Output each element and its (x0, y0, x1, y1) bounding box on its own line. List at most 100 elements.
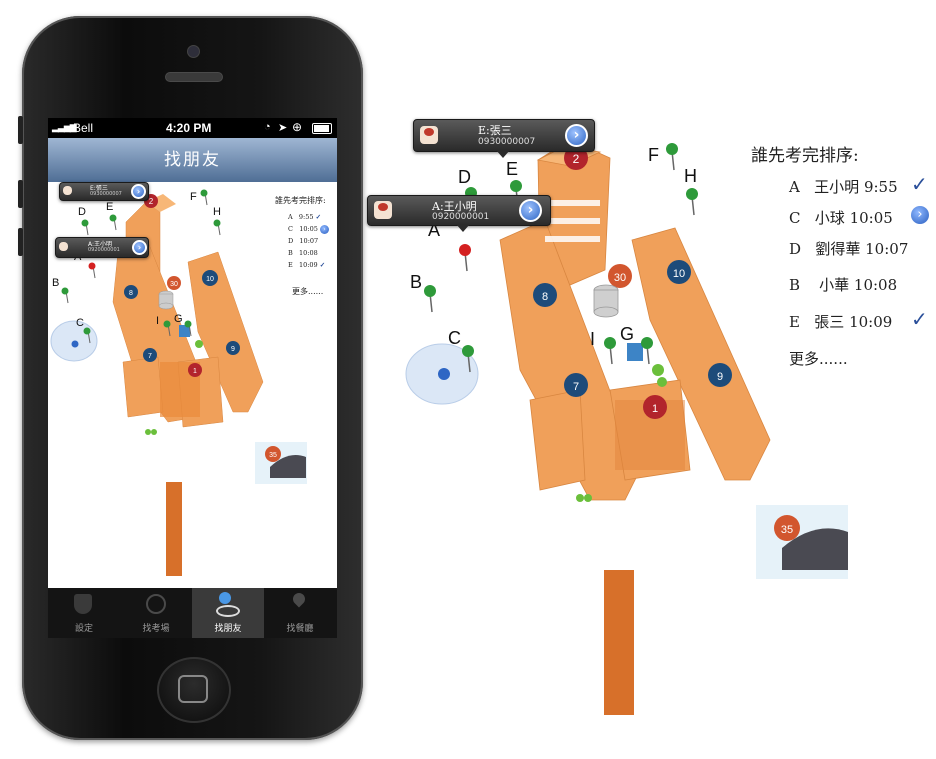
clock-icon: ◔ (264, 121, 271, 133)
ranking-item[interactable]: E 10:09 ✓ (288, 259, 329, 271)
avatar (59, 242, 68, 251)
check-icon: ✓ (911, 172, 928, 196)
ranking-title-large: 誰先考完排序: (751, 146, 859, 166)
volume-down-button (18, 228, 23, 256)
tab-label: 找餐廳 (286, 623, 314, 633)
restaurant-icon[interactable] (627, 343, 643, 361)
university-gate-sign (604, 570, 634, 715)
callout-e-detail-button[interactable]: › (565, 124, 588, 147)
home-square-icon (178, 675, 208, 703)
pin-label-E: E (506, 159, 518, 179)
callout-e-large[interactable]: E:張三 0930000007 › (413, 119, 595, 152)
callout-a-detail-button[interactable]: › (519, 199, 542, 222)
building-10-label: 10 (206, 276, 214, 283)
building-35-label: 35 (781, 524, 793, 536)
pin-B[interactable] (424, 285, 436, 297)
pin-C[interactable] (83, 327, 91, 335)
building-7-label: 7 (573, 381, 579, 393)
ranking-list: A 9:55 ✓ C 10:05 › D 10:07 B 10:08 E 10:… (288, 211, 329, 271)
ranking-title: 誰先考完排序: (275, 196, 326, 205)
building-1-label: 1 (193, 368, 197, 375)
pin-C[interactable] (462, 345, 474, 357)
ranking-item[interactable]: A 9:55 ✓ (288, 211, 329, 223)
status-time: 4:20 PM (166, 121, 212, 135)
pin-H[interactable] (213, 219, 221, 227)
ranking-item[interactable]: B 小華 10:08 (789, 274, 897, 295)
tab-find-exam-room[interactable]: 找考場 (120, 588, 192, 638)
ranking-item[interactable]: C 小球 10:05 (789, 207, 893, 228)
callout-e-name: E:張三 (478, 124, 512, 137)
callout-a[interactable]: A:王小明 0920000001 › (55, 237, 149, 258)
shield-icon (74, 594, 92, 614)
pin-G[interactable] (184, 320, 192, 328)
my-location-dot (71, 340, 79, 348)
pin-D[interactable] (81, 219, 89, 227)
pin-label-G: G (620, 324, 634, 344)
ranking-more-link[interactable]: 更多...... (789, 348, 848, 369)
tab-find-restaurant[interactable]: 找餐廳 (264, 588, 336, 638)
cylinder-building (158, 290, 174, 310)
mute-switch (18, 116, 23, 144)
status-bar: ▂▃▅▆ Bell 4:20 PM ◔ ➤ ⊕ (48, 118, 337, 138)
pin-label-G: G (174, 313, 183, 325)
tab-label: 找考場 (142, 623, 170, 633)
tab-label: 找朋友 (214, 623, 242, 633)
volume-up-button (18, 180, 23, 208)
pin-E[interactable] (109, 214, 117, 222)
phone-screen: ▂▃▅▆ Bell 4:20 PM ◔ ➤ ⊕ 找朋友 2 10 30 8 9 … (48, 118, 337, 638)
front-camera (187, 45, 200, 58)
pin-A[interactable] (88, 262, 96, 270)
pin-E[interactable] (510, 180, 522, 192)
location-pin-icon (290, 590, 308, 608)
building-9-label: 9 (231, 346, 235, 353)
pin-B[interactable] (61, 287, 69, 295)
pin-label-H: H (213, 206, 221, 218)
friend-pin-base (216, 605, 240, 617)
ranking-item[interactable]: A 王小明 9:55 (789, 176, 898, 197)
check-icon: ✓ (319, 261, 326, 269)
tab-settings[interactable]: 設定 (48, 588, 120, 638)
building-35-label: 35 (269, 452, 277, 459)
info-icon[interactable]: › (911, 206, 929, 224)
tab-find-friends[interactable]: 找朋友 (192, 588, 264, 638)
info-icon[interactable]: › (320, 225, 329, 234)
pin-label-F: F (648, 145, 659, 165)
pin-F[interactable] (200, 189, 208, 197)
pin-label-I: I (590, 329, 595, 349)
location-arrow-icon: ➤ (278, 122, 288, 134)
pin-label-B: B (52, 277, 59, 289)
ranking-item[interactable]: D 10:07 (288, 235, 329, 247)
callout-e[interactable]: E:張三 0930000007 › (59, 182, 149, 201)
pin-label-D: D (78, 206, 86, 218)
ranking-item[interactable]: B 10:08 (288, 247, 329, 259)
callout-a-large[interactable]: A:王小明 0920000001 › (367, 195, 551, 226)
building-30-label: 30 (170, 281, 178, 288)
ranking-item[interactable]: E 張三 10:09 (789, 311, 892, 332)
building-2-label: 2 (573, 152, 580, 166)
pin-label-C: C (76, 317, 84, 329)
pin-I[interactable] (604, 337, 616, 349)
callout-a-detail-button[interactable]: › (132, 240, 147, 255)
callout-e-detail-button[interactable]: › (131, 184, 146, 199)
check-icon: ✓ (911, 307, 928, 331)
pin-F[interactable] (666, 143, 678, 155)
pin-label-B: B (410, 272, 422, 292)
battery-icon (312, 123, 332, 134)
avatar (63, 186, 72, 195)
pin-A[interactable] (459, 244, 471, 256)
ranking-item[interactable]: D 劉得華 10:07 (789, 238, 908, 259)
pin-I[interactable] (163, 320, 171, 328)
ranking-item[interactable]: C 10:05 › (288, 223, 329, 235)
pin-label-E: E (106, 201, 113, 213)
callout-a-pointer (456, 224, 470, 232)
callout-a-phone: 0920000001 (432, 212, 490, 222)
building-10-label: 10 (673, 268, 685, 280)
earpiece-speaker (165, 72, 223, 82)
pin-G[interactable] (641, 337, 653, 349)
ranking-more-link[interactable]: 更多...... (292, 286, 323, 297)
building-8-label: 8 (542, 291, 548, 303)
carrier-label: Bell (73, 121, 94, 135)
check-icon: ✓ (315, 213, 322, 221)
callout-e-phone: 0930000007 (478, 137, 536, 147)
pin-H[interactable] (686, 188, 698, 200)
